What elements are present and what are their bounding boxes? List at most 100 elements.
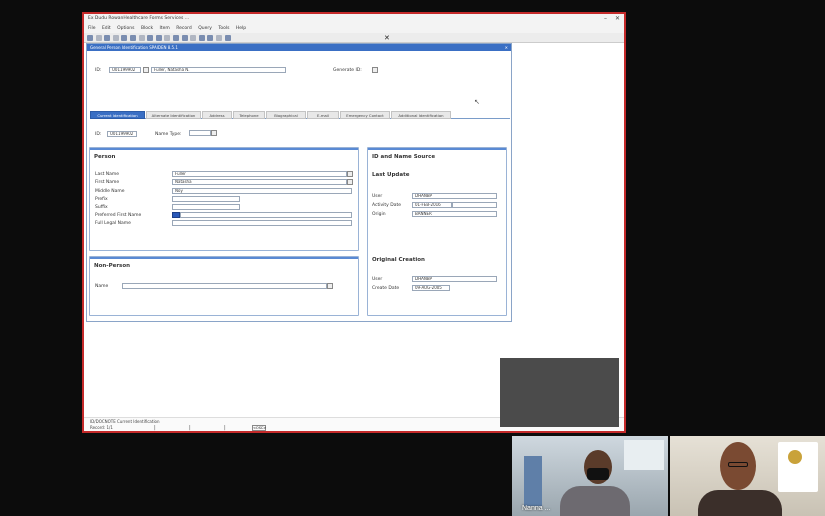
help-icon[interactable]: [198, 35, 205, 41]
preferred-name-field-rest[interactable]: [180, 212, 352, 218]
menu-options[interactable]: Options: [117, 26, 134, 31]
activity-date-field: 01-FEB-2016: [412, 202, 452, 208]
source-title: ID and Name Source: [372, 154, 436, 160]
delete-record-icon[interactable]: [155, 35, 162, 41]
first-name-dropdown[interactable]: [347, 179, 353, 185]
person-panel-accent: [90, 148, 358, 150]
form-titlebar: General Person Identification SPAIDEN 8.…: [87, 44, 511, 51]
prefix-field[interactable]: [172, 196, 240, 202]
tab-emergency-contact[interactable]: Emergency Contact: [340, 111, 390, 119]
participant-1-body: [560, 486, 630, 516]
origin-field: BANNER: [412, 211, 497, 217]
last-name-label: Last Name: [95, 172, 120, 177]
background-poster: [778, 442, 818, 492]
menu-edit[interactable]: Edit: [102, 26, 111, 31]
close-icon[interactable]: ✕: [615, 14, 620, 24]
chevron-down-icon[interactable]: [211, 130, 217, 136]
menu-block[interactable]: Block: [141, 26, 153, 31]
status-separator: |: [154, 425, 156, 431]
participant-1-name: Nanna ...: [522, 505, 551, 512]
prev-record-icon[interactable]: [138, 35, 145, 41]
tab-telephone[interactable]: Telephone: [233, 111, 265, 119]
menu-item[interactable]: Item: [160, 26, 170, 31]
menu-tools[interactable]: Tools: [218, 26, 229, 31]
suffix-field[interactable]: [172, 204, 240, 210]
menu-file[interactable]: File: [88, 26, 96, 31]
options-icon[interactable]: [215, 35, 222, 41]
preferred-name-label: Preferred First Name: [95, 213, 142, 218]
menu-query[interactable]: Query: [198, 26, 212, 31]
create-user-label: User: [372, 277, 383, 282]
minimize-icon[interactable]: –: [604, 14, 607, 24]
original-creation-title: Original Creation: [372, 257, 425, 263]
video-tile-participant-2[interactable]: [670, 436, 825, 516]
mouse-cursor-icon: ↖: [474, 98, 480, 106]
next-record-icon[interactable]: [129, 35, 136, 41]
status-separator: |: [224, 425, 226, 431]
form-close-icon[interactable]: ✕: [505, 44, 508, 51]
first-name-label: First Name: [95, 180, 120, 185]
form-title: General Person Identification SPAIDEN 8.…: [90, 45, 178, 50]
print-icon[interactable]: [104, 35, 111, 41]
tab-address[interactable]: Address: [202, 111, 232, 119]
non-person-title: Non-Person: [94, 263, 131, 269]
activity-date-label: Activity Date: [372, 203, 402, 208]
non-person-name-field[interactable]: [122, 283, 327, 289]
middle-name-field[interactable]: Noy: [172, 188, 352, 194]
id-row-field[interactable]: U01199902: [107, 131, 137, 137]
middle-name-label: Middle Name: [95, 189, 125, 194]
window-title: Ex Dudu RowanHealthcare Forms Services .…: [88, 16, 190, 21]
non-person-panel: Non-Person Name: [89, 256, 359, 316]
generate-id-label: Generate ID:: [333, 68, 362, 73]
cancel-query-icon[interactable]: [181, 35, 188, 41]
key-id-field[interactable]: U01199902: [109, 67, 141, 73]
update-user-label: User: [372, 194, 383, 199]
window-titlebar: Ex Dudu RowanHealthcare Forms Services .…: [84, 14, 624, 24]
source-panel: ID and Name Source Last Update User DHAN…: [367, 147, 507, 316]
insert-record-icon[interactable]: [147, 35, 154, 41]
close-form-icon[interactable]: ✕: [384, 33, 390, 43]
status-message: ID/DOCNOTE Current Identification: [90, 419, 160, 424]
save-icon[interactable]: [87, 35, 93, 41]
prev-block-icon[interactable]: [121, 35, 128, 41]
prefix-label: Prefix: [95, 197, 108, 202]
menu-record[interactable]: Record: [176, 26, 192, 31]
osc-indicator: <OSC>: [252, 425, 267, 431]
enter-query-icon[interactable]: [164, 35, 171, 41]
exit-icon[interactable]: [224, 35, 231, 41]
suffix-label: Suffix: [95, 205, 108, 210]
non-person-name-dropdown[interactable]: [327, 283, 333, 289]
tab-additional-identification[interactable]: Additional Identification: [391, 111, 451, 119]
next-block-icon[interactable]: [112, 35, 119, 41]
search-icon[interactable]: [207, 35, 214, 41]
tab-alternate-identification[interactable]: Alternate Identification: [146, 111, 201, 119]
background-object: [524, 456, 542, 506]
create-date-label: Create Date: [372, 286, 400, 291]
menu-bar: File Edit Options Block Item Record Quer…: [84, 24, 624, 33]
toolbar: ✕: [84, 33, 624, 43]
tab-current-identification[interactable]: Current Identification: [90, 111, 145, 119]
tab-email[interactable]: E-mail: [307, 111, 339, 119]
eyeglasses: [728, 462, 748, 467]
tab-biographical[interactable]: Biographical: [266, 111, 306, 119]
rollback-icon[interactable]: [95, 35, 102, 41]
person-title: Person: [94, 154, 116, 160]
non-person-panel-accent: [90, 257, 358, 259]
origin-label: Origin: [372, 212, 386, 217]
status-separator: |: [189, 425, 191, 431]
screen-share-overlay: [500, 358, 619, 427]
id-lookup-button[interactable]: [143, 67, 149, 73]
full-legal-name-field[interactable]: [172, 220, 352, 226]
last-name-dropdown[interactable]: [347, 171, 353, 177]
last-name-field[interactable]: Fuller: [172, 171, 347, 177]
key-name-field[interactable]: Fuller, Natasha N.: [151, 67, 286, 73]
video-tile-participant-1[interactable]: Nanna ...: [512, 436, 668, 516]
first-name-field[interactable]: Natasha: [172, 179, 347, 185]
generate-id-button[interactable]: [372, 67, 378, 73]
execute-query-icon[interactable]: [172, 35, 179, 41]
name-type-select[interactable]: [189, 130, 211, 136]
menu-help[interactable]: Help: [236, 26, 246, 31]
list-values-icon[interactable]: [190, 35, 197, 41]
key-id-label: ID:: [95, 68, 102, 73]
preferred-name-field[interactable]: [172, 212, 180, 218]
